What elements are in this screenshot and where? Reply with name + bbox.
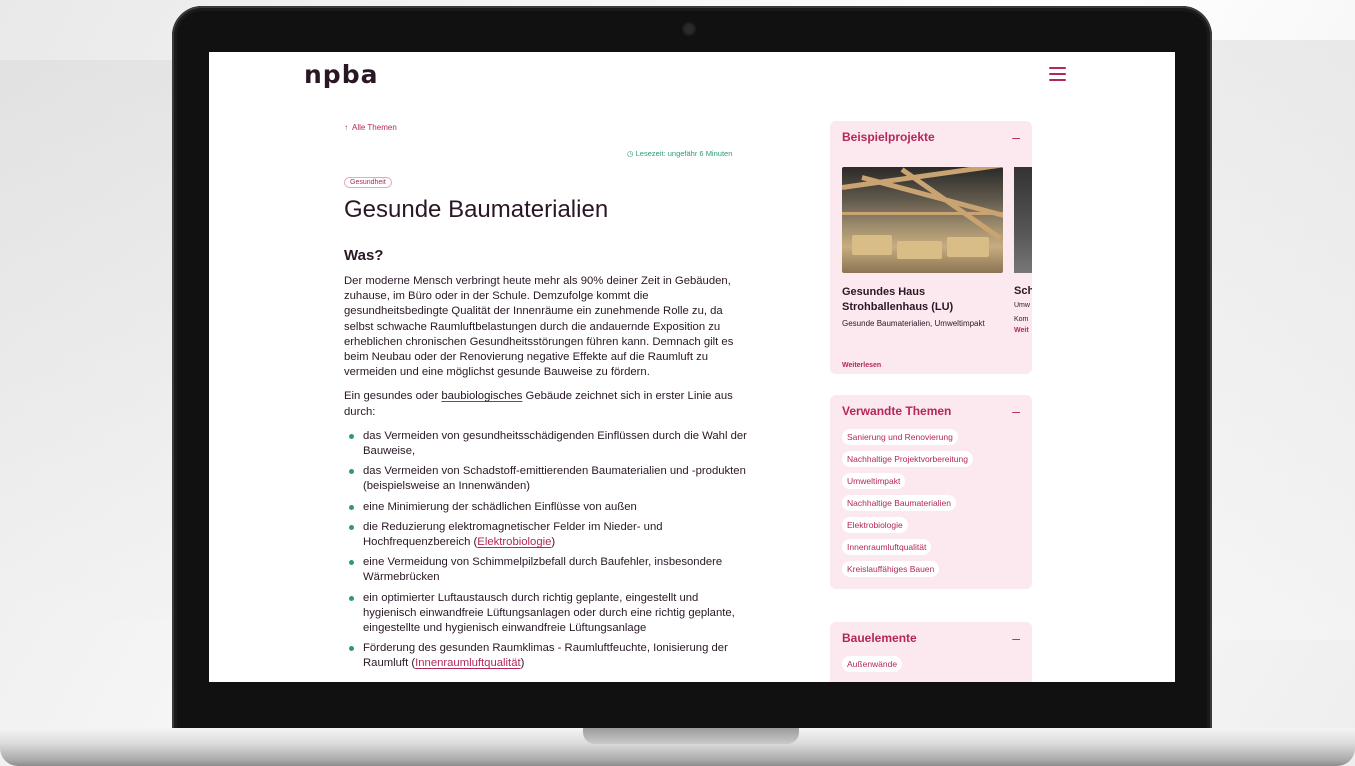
list-item: eine Minimierung der schädlichen Einflüs…: [344, 500, 749, 515]
list-item: das Vermeiden von Schadstoff-emittierend…: [344, 464, 749, 494]
related-topic-chip[interactable]: Nachhaltige Projektvorbereitung: [842, 451, 973, 467]
article-paragraph: Der moderne Mensch verbringt heute mehr …: [344, 275, 734, 379]
innenraumluftqualitaet-link[interactable]: Innenraumluftqualität: [415, 657, 521, 669]
page-title: Gesunde Baumaterialien: [344, 196, 609, 223]
baubiologisches-link[interactable]: baubiologisches: [441, 390, 522, 402]
criteria-list: das Vermeiden von gesundheitsschädigende…: [344, 429, 749, 672]
related-topics-list: Sanierung und Renovierung Nachhaltige Pr…: [830, 419, 1032, 589]
related-topic-chip[interactable]: Nachhaltige Baumaterialien: [842, 495, 956, 511]
laptop-screen: npba ↑ Alle Themen ◷ Lesezeit: ungefähr 6…: [209, 52, 1175, 682]
building-elements-card: Bauelemente – Außenwände: [830, 622, 1032, 682]
related-topics-header[interactable]: Verwandte Themen –: [830, 395, 1032, 419]
article-paragraph: Ein gesundes oder baubiologisches Gebäud…: [344, 389, 749, 419]
project-image-2[interactable]: [1014, 167, 1032, 273]
section-heading: Was?: [344, 247, 384, 264]
building-element-chip[interactable]: Außenwände: [842, 656, 903, 672]
list-item: Förderung des gesunden Raumklimas - Raum…: [344, 641, 749, 671]
back-link-label: Alle Themen: [352, 123, 397, 132]
example-projects-card: Beispielprojekte – Gesundes Haus Strohba…: [830, 121, 1032, 374]
laptop-notch: [583, 728, 799, 744]
related-topic-chip[interactable]: Umweltimpakt: [842, 473, 906, 489]
project-title[interactable]: Gesundes Haus Strohballenhaus (LU): [842, 285, 1002, 315]
clock-icon: ◷: [627, 149, 634, 158]
list-item: das Vermeiden von gesundheitsschädigende…: [344, 429, 749, 459]
reading-time: ◷ Lesezeit: ungefähr 6 Minuten: [627, 149, 732, 158]
project-carousel: Gesundes Haus Strohballenhaus (LU) Gesun…: [830, 145, 1032, 374]
related-topic-chip[interactable]: Innenraumluftqualität: [842, 539, 932, 555]
related-topic-chip[interactable]: Elektrobiologie: [842, 517, 908, 533]
elektrobiologie-link[interactable]: Elektrobiologie: [477, 536, 551, 548]
reading-time-label: Lesezeit: ungefähr 6 Minuten: [635, 149, 733, 158]
building-elements-heading: Bauelemente: [842, 631, 917, 645]
example-projects-heading: Beispielprojekte: [842, 130, 935, 144]
hamburger-menu-icon[interactable]: [1049, 67, 1066, 81]
building-elements-list: Außenwände: [830, 646, 1032, 682]
collapse-icon[interactable]: –: [1012, 403, 1020, 419]
project-subtitle-2-line: Umw: [1014, 302, 1030, 309]
list-item: die Reduzierung elektromagnetischer Feld…: [344, 520, 749, 550]
related-topics-card: Verwandte Themen – Sanierung und Renovie…: [830, 395, 1032, 589]
back-to-topics-link[interactable]: ↑ Alle Themen: [344, 123, 397, 132]
project-image[interactable]: [842, 167, 1003, 273]
list-item-text: ): [520, 657, 525, 670]
project-subtitle-2-line: Kom: [1014, 316, 1029, 323]
related-topics-heading: Verwandte Themen: [842, 404, 952, 418]
list-item: eine Vermeidung von Schimmelpilzbefall d…: [344, 555, 749, 585]
related-topic-chip[interactable]: Sanierung und Renovierung: [842, 429, 958, 445]
collapse-icon[interactable]: –: [1012, 630, 1020, 646]
collapse-icon[interactable]: –: [1012, 129, 1020, 145]
webcam-icon: [684, 24, 694, 34]
list-item-text: ): [551, 536, 556, 549]
read-more-link[interactable]: Weiterlesen: [842, 362, 881, 369]
site-logo[interactable]: npba: [304, 60, 378, 89]
arrow-up-icon: ↑: [344, 123, 348, 132]
project-subtitle-2: Umw Kom: [1014, 299, 1030, 327]
related-topic-chip[interactable]: Kreislauffähiges Bauen: [842, 561, 940, 577]
project-title-2[interactable]: Sch: [1014, 285, 1032, 297]
building-elements-header[interactable]: Bauelemente –: [830, 622, 1032, 646]
article-body: Der moderne Mensch verbringt heute mehr …: [344, 274, 749, 677]
project-subtitle: Gesunde Baumaterialien, Umweltimpakt: [842, 319, 985, 328]
read-more-link-2[interactable]: Weit: [1014, 327, 1029, 334]
topic-tag[interactable]: Gesundheit: [344, 177, 392, 188]
example-projects-header[interactable]: Beispielprojekte –: [830, 121, 1032, 145]
paragraph-text: Ein gesundes oder: [344, 390, 439, 403]
list-item: ein optimierter Luftaustausch durch rich…: [344, 591, 749, 637]
